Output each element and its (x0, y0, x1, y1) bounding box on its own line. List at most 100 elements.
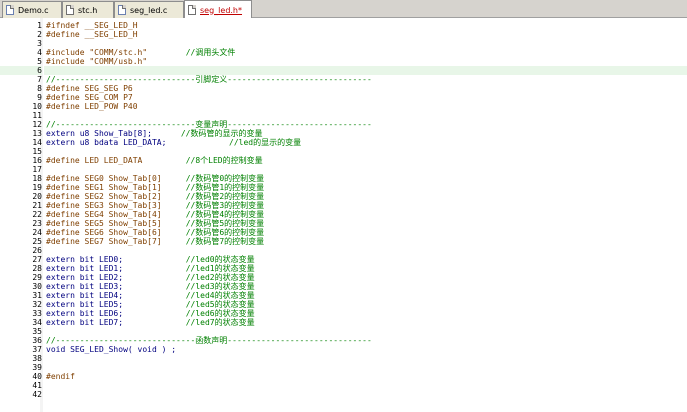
line-text: extern bit LED3; //led3的状态变量 (46, 282, 255, 291)
line-number: 24 (32, 228, 42, 237)
code-line[interactable]: 20 #define SEG2 Show_Tab[2] //数码管2的控制变量 (32, 192, 687, 201)
code-line[interactable]: 12 //-----------------------------变量声明---… (32, 120, 687, 129)
comment-text: //led4的状态变量 (185, 291, 255, 300)
code-line[interactable]: 39 (32, 363, 687, 372)
code-text: #include "COMM/stc.h" (46, 48, 186, 57)
line-text: #define SEG5 Show_Tab[5] //数码管5的控制变量 (46, 219, 264, 228)
code-text: #define SEG3 Show_Tab[3] (46, 201, 186, 210)
code-line[interactable]: 36 //-----------------------------函数声明---… (32, 336, 687, 345)
code-line[interactable]: 24 #define SEG6 Show_Tab[6] //数码管6的控制变量 (32, 228, 687, 237)
line-text: #include "COMM/stc.h" //调用头文件 (46, 48, 235, 57)
code-line[interactable]: 28 extern bit LED1; //led1的状态变量 (32, 264, 687, 273)
comment-text: //数码管6的控制变量 (185, 228, 265, 237)
comment-text: //-----------------------------函数声明-----… (46, 336, 372, 345)
tab-demo-c[interactable]: Demo.c (2, 1, 62, 18)
code-line[interactable]: 37 void SEG_LED_Show( void ) ; (32, 345, 687, 354)
code-line[interactable]: 42 (32, 390, 687, 399)
code-line[interactable]: 10 #define LED_POW P40 (32, 102, 687, 111)
comment-text: //led的显示的变量 (229, 138, 302, 147)
code-line[interactable]: 32 extern bit LED5; //led5的状态变量 (32, 300, 687, 309)
line-number: 12 (32, 120, 42, 129)
line-text: #define SEG6 Show_Tab[6] //数码管6的控制变量 (46, 228, 264, 237)
code-line[interactable]: 7 //-----------------------------引脚定义----… (37, 75, 687, 84)
code-line[interactable]: 25 #define SEG7 Show_Tab[7] //数码管7的控制变量 (32, 237, 687, 246)
code-area[interactable]: 1 #ifndef __SEG_LED_H 2 #define __SEG_LED_H… (0, 21, 687, 399)
code-line[interactable]: 41 (32, 381, 687, 390)
code-line[interactable]: 21 #define SEG3 Show_Tab[3] //数码管3的控制变量 (32, 201, 687, 210)
code-text: extern bit LED0; (46, 255, 186, 264)
line-text: extern bit LED1; //led1的状态变量 (46, 264, 255, 273)
code-line[interactable]: 18 #define SEG0 Show_Tab[0] //数码管0的控制变量 (32, 174, 687, 183)
code-line[interactable]: 6 (0, 66, 687, 75)
code-editor[interactable]: 1 #ifndef __SEG_LED_H 2 #define __SEG_LED_H… (0, 18, 687, 412)
comment-text: //led7的状态变量 (185, 318, 255, 327)
code-line[interactable]: 30 extern bit LED3; //led3的状态变量 (32, 282, 687, 291)
code-line[interactable]: 40 #endif (32, 372, 687, 381)
line-text: #define SEG4 Show_Tab[4] //数码管4的控制变量 (46, 210, 264, 219)
line-number: 11 (32, 111, 42, 120)
code-text: #define SEG0 Show_Tab[0] (46, 174, 186, 183)
code-line[interactable]: 17 (32, 165, 687, 174)
tab-bar: Demo.c stc.h seg_led.c seg_led.h* (0, 0, 687, 19)
line-text: extern bit LED5; //led5的状态变量 (46, 300, 255, 309)
code-line[interactable]: 4 #include "COMM/stc.h" //调用头文件 (37, 48, 687, 57)
comment-text: //数码管1的控制变量 (185, 183, 265, 192)
comment-text: //数码管4的控制变量 (185, 210, 265, 219)
code-line[interactable]: 38 (32, 354, 687, 363)
code-line[interactable]: 11 (32, 111, 687, 120)
line-text: #define LED_POW P40 (46, 102, 138, 111)
code-line[interactable]: 19 #define SEG1 Show_Tab[1] //数码管1的控制变量 (32, 183, 687, 192)
tab-seg-led-h[interactable]: seg_led.h* (184, 0, 252, 19)
code-line[interactable]: 8 #define SEG_SEG P6 (37, 84, 687, 93)
comment-text: //调用头文件 (185, 48, 236, 57)
line-number: 1 (37, 21, 42, 30)
code-line[interactable]: 35 (32, 327, 687, 336)
line-number: 38 (32, 354, 42, 363)
code-text: #define SEG1 Show_Tab[1] (46, 183, 186, 192)
code-line[interactable]: 29 extern bit LED2; //led2的状态变量 (32, 273, 687, 282)
code-text: #define __SEG_LED_H (46, 30, 138, 39)
line-number: 26 (32, 246, 42, 255)
code-line[interactable]: 33 extern bit LED6; //led6的状态变量 (32, 309, 687, 318)
line-text: void SEG_LED_Show( void ) ; (46, 345, 176, 354)
code-line[interactable]: 1 #ifndef __SEG_LED_H (37, 21, 687, 30)
code-line[interactable]: 9 #define SEG_COM P7 (37, 93, 687, 102)
code-text: #define SEG4 Show_Tab[4] (46, 210, 186, 219)
tab-stc-h[interactable]: stc.h (62, 1, 114, 18)
code-line[interactable]: 2 #define __SEG_LED_H (37, 30, 687, 39)
line-text: extern bit LED6; //led6的状态变量 (46, 309, 255, 318)
h-file-icon (188, 5, 196, 15)
h-file-icon (66, 5, 74, 15)
code-line[interactable]: 22 #define SEG4 Show_Tab[4] //数码管4的控制变量 (32, 210, 687, 219)
tab-label: seg_led.h* (200, 5, 243, 15)
line-number: 7 (37, 75, 42, 84)
code-line[interactable]: 3 (37, 39, 687, 48)
comment-text: //-----------------------------引脚定义-----… (46, 75, 372, 84)
comment-text: //数码管的显示的变量 (180, 129, 263, 138)
tab-seg-led-c[interactable]: seg_led.c (114, 1, 184, 18)
line-number: 19 (32, 183, 42, 192)
comment-text: //led1的状态变量 (185, 264, 255, 273)
code-line[interactable]: 13 extern u8 Show_Tab[8]; //数码管的显示的变量 (32, 129, 687, 138)
code-line[interactable]: 26 (32, 246, 687, 255)
line-number: 15 (32, 147, 42, 156)
code-line[interactable]: 34 extern bit LED7; //led7的状态变量 (32, 318, 687, 327)
line-text: extern u8 Show_Tab[8]; //数码管的显示的变量 (46, 129, 263, 138)
code-line[interactable]: 5 #include "COMM/usb.h" (37, 57, 687, 66)
code-text: #define SEG2 Show_Tab[2] (46, 192, 186, 201)
comment-text: //led5的状态变量 (185, 300, 255, 309)
code-text: extern bit LED4; (46, 291, 186, 300)
line-text: #ifndef __SEG_LED_H (46, 21, 138, 30)
code-line[interactable]: 31 extern bit LED4; //led4的状态变量 (32, 291, 687, 300)
line-number: 30 (32, 282, 42, 291)
code-line[interactable]: 16 #define LED LED_DATA //8个LED的控制变量 (32, 156, 687, 165)
code-text: extern bit LED6; (46, 309, 186, 318)
code-line[interactable]: 27 extern bit LED0; //led0的状态变量 (32, 255, 687, 264)
line-text: //-----------------------------函数声明-----… (46, 336, 372, 345)
code-text: #define LED_POW P40 (46, 102, 138, 111)
code-line[interactable]: 23 #define SEG5 Show_Tab[5] //数码管5的控制变量 (32, 219, 687, 228)
line-text: extern bit LED2; //led2的状态变量 (46, 273, 255, 282)
code-line[interactable]: 14 extern u8 bdata LED_DATA; //led的显示的变量 (32, 138, 687, 147)
line-number: 27 (32, 255, 42, 264)
code-line[interactable]: 15 (32, 147, 687, 156)
